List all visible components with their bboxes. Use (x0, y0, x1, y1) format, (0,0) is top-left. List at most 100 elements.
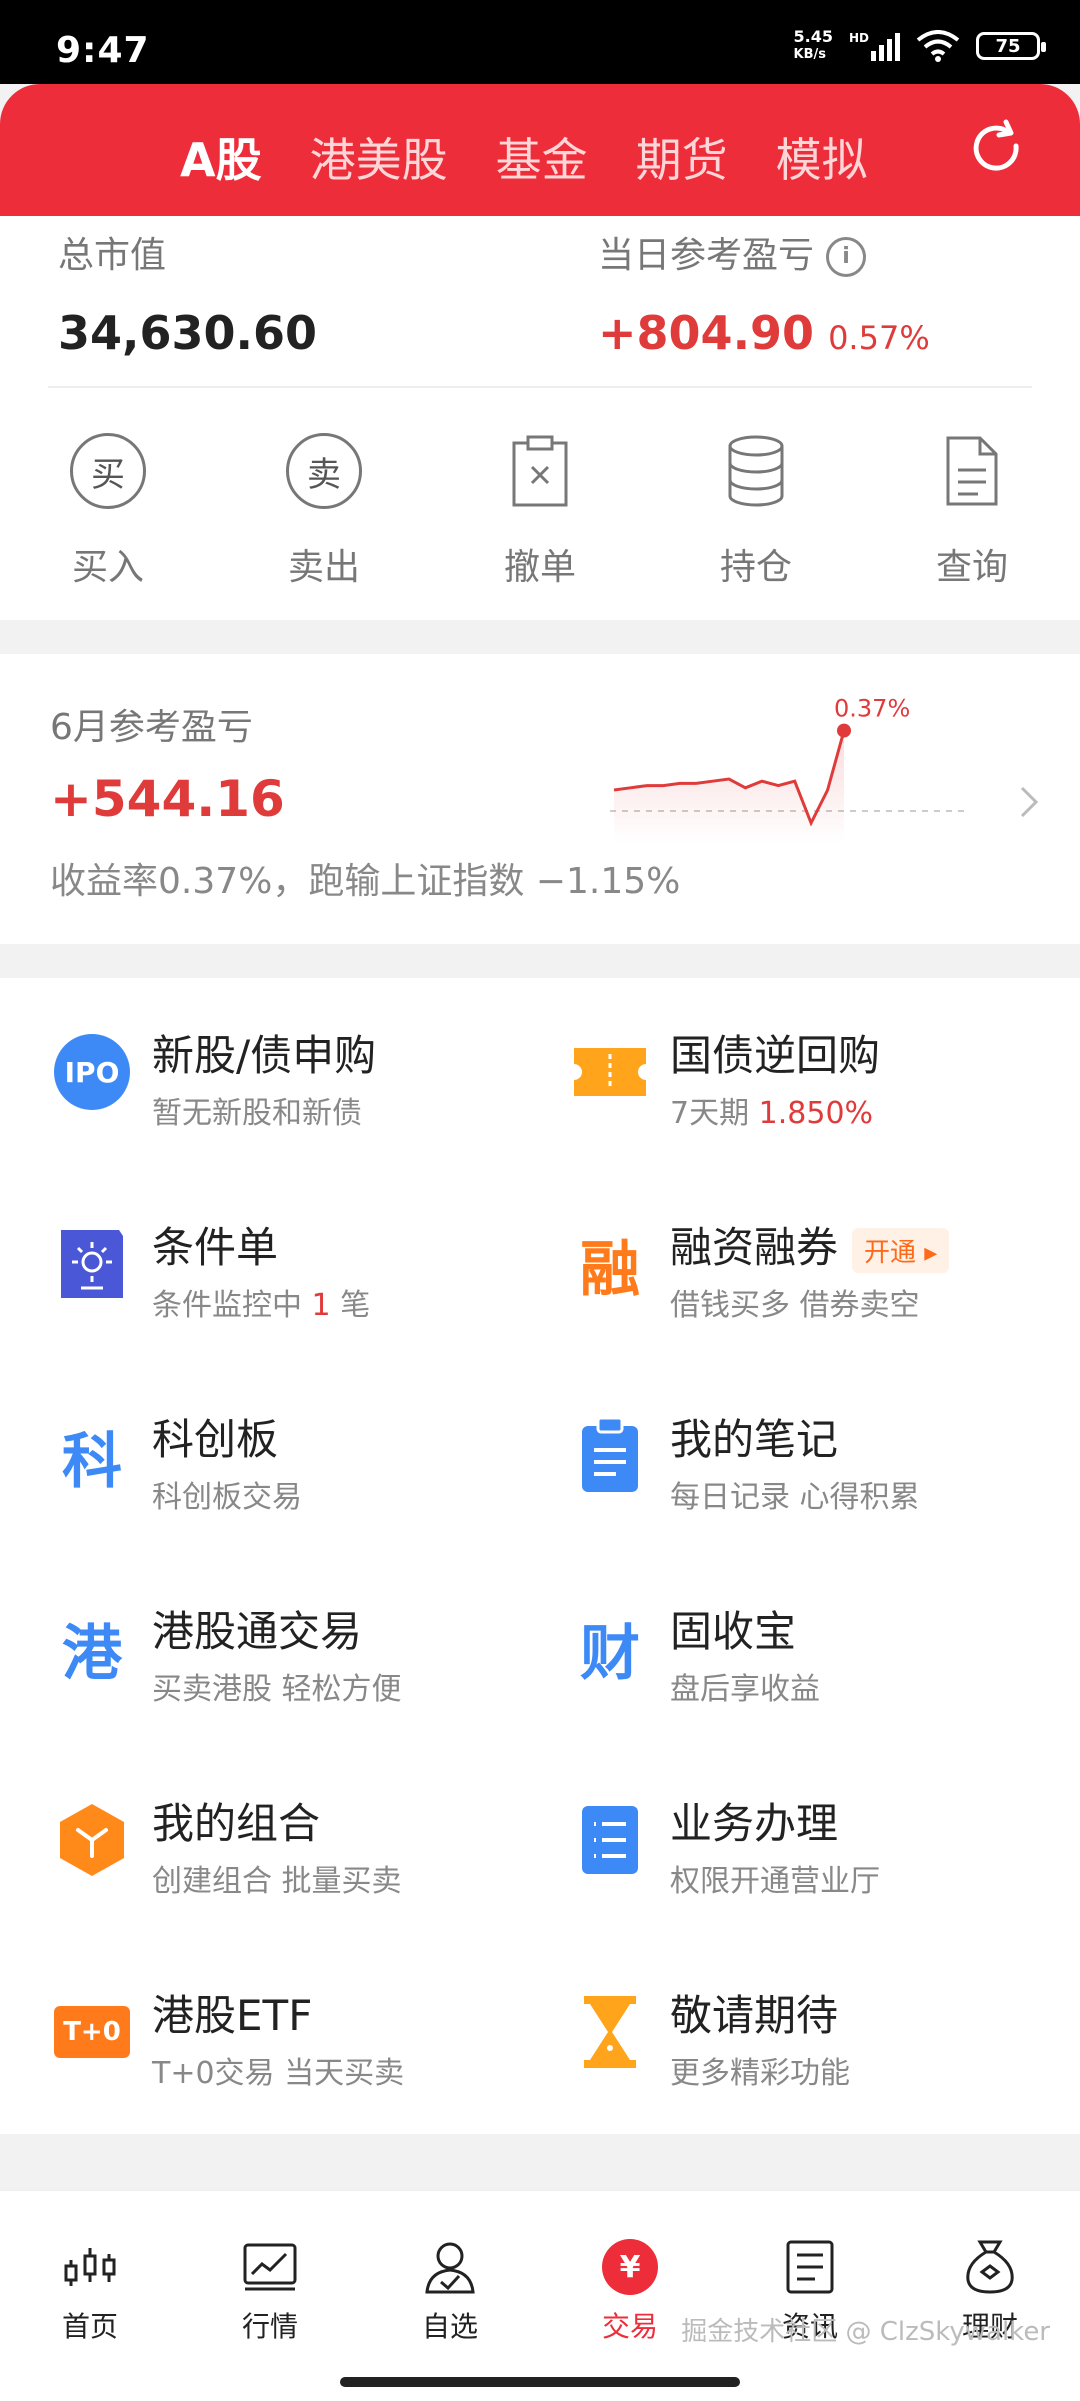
hk-etf-item[interactable]: T+0 港股ETF T+0交易 当天买卖 (52, 1982, 572, 2122)
nav-watchlist[interactable]: 自选 (360, 2237, 540, 2345)
sell-icon: 卖 (286, 433, 362, 509)
my-notes-item[interactable]: 我的笔记 每日记录 心得积累 (570, 1406, 1080, 1546)
hk-etf-title: 港股ETF (152, 1991, 313, 2040)
database-icon (728, 435, 784, 507)
query-label: 查询 (935, 547, 1008, 588)
quick-actions: 买 买入 卖 卖出 撤单 持仓 查询 (0, 426, 1080, 590)
ipo-subscription-item[interactable]: IPO 新股/债申购 暂无新股和新债 (52, 1022, 572, 1162)
nav-market-label: 行情 (241, 2310, 298, 2343)
market-chart-icon (243, 2243, 297, 2291)
daily-pnl-percent: 0.57% (828, 319, 930, 357)
fixed-income-icon: 财 (580, 1618, 640, 1689)
t0-icon: T+0 (54, 2006, 130, 2058)
services-grid: IPO 新股/债申购 暂无新股和新债 国债逆回购 7天期 1.850% 条件单 … (0, 978, 1080, 2134)
ipo-subscription-subtitle: 暂无新股和新债 (152, 1096, 362, 1131)
reverse-repo-item[interactable]: 国债逆回购 7天期 1.850% (570, 1022, 1080, 1162)
hd-label: HD (848, 31, 869, 45)
ticket-icon (574, 1048, 646, 1096)
buy-icon: 买 (70, 433, 146, 509)
section-divider (0, 2168, 1080, 2190)
chevron-right-icon (1020, 786, 1039, 818)
cancel-order-button[interactable]: 撤单 (432, 426, 648, 590)
nav-home-label: 首页 (61, 2310, 118, 2343)
hk-connect-icon: 港 (62, 1618, 122, 1689)
cancel-order-icon (512, 435, 568, 507)
condition-icon (61, 1230, 123, 1298)
portfolio-icon (60, 1804, 124, 1876)
my-portfolio-title: 我的组合 (152, 1799, 321, 1848)
query-button[interactable]: 查询 (864, 426, 1080, 590)
star-market-icon: 科 (62, 1426, 122, 1497)
tab-futures[interactable]: 期货 (636, 124, 728, 190)
news-icon (786, 2240, 834, 2294)
watchlist-icon (425, 2242, 475, 2294)
nav-watchlist-label: 自选 (421, 2310, 478, 2343)
status-time: 9:47 (56, 30, 150, 71)
signal-icon (871, 31, 900, 61)
nav-home[interactable]: 首页 (0, 2237, 180, 2345)
holdings-button[interactable]: 持仓 (648, 426, 864, 590)
my-notes-subtitle: 每日记录 心得积累 (670, 1480, 920, 1515)
notes-icon (582, 1416, 638, 1492)
nav-market[interactable]: 行情 (180, 2237, 360, 2345)
fixed-income-title: 固收宝 (670, 1607, 797, 1656)
reverse-repo-subtitle: 7天期 1.850% (670, 1096, 874, 1131)
wifi-icon (916, 30, 960, 62)
trade-yuan-icon: ¥ (602, 2239, 658, 2295)
wealth-bag-icon (966, 2240, 1014, 2294)
document-icon (946, 436, 998, 506)
ipo-icon: IPO (54, 1034, 130, 1110)
sell-button[interactable]: 卖 卖出 (216, 426, 432, 590)
monthly-pnl-chart: 0.37% (610, 695, 970, 844)
monthly-pnl-card[interactable]: 6月参考盈亏 +544.16 收益率0.37%，跑输上证指数 −1.15% 0.… (0, 654, 1080, 944)
margin-icon: 融 (580, 1234, 640, 1305)
tab-a-shares[interactable]: A股 (180, 124, 262, 190)
business-handling-item[interactable]: 业务办理 权限开通营业厅 (570, 1790, 1080, 1930)
hourglass-icon (584, 1996, 636, 2068)
reverse-repo-title: 国债逆回购 (670, 1031, 881, 1080)
coming-soon-item[interactable]: 敬请期待 更多精彩功能 (570, 1982, 1080, 2122)
star-market-title: 科创板 (152, 1415, 279, 1464)
tab-simulation[interactable]: 模拟 (776, 124, 868, 190)
holdings-label: 持仓 (719, 547, 792, 588)
total-market-value: 34,630.60 (58, 306, 317, 360)
margin-trading-item[interactable]: 融 融资融券 开通 ▸ 借钱买多 借券卖空 (570, 1214, 1080, 1354)
buy-button[interactable]: 买 买入 (0, 426, 216, 590)
monthly-pnl-title: 6月参考盈亏 (50, 707, 253, 748)
top-navigation: A股 港美股 基金 期货 模拟 (0, 84, 1080, 216)
fixed-income-subtitle: 盘后享收益 (670, 1672, 820, 1707)
chart-area (614, 730, 844, 844)
daily-pnl-label: 当日参考盈亏 (598, 235, 815, 276)
open-badge[interactable]: 开通 ▸ (852, 1228, 950, 1273)
tab-funds[interactable]: 基金 (496, 124, 588, 190)
star-market-item[interactable]: 科 科创板 科创板交易 (52, 1406, 572, 1546)
hk-connect-item[interactable]: 港 港股通交易 买卖港股 轻松方便 (52, 1598, 572, 1738)
ipo-subscription-title: 新股/债申购 (152, 1031, 377, 1080)
home-indicator[interactable] (340, 2377, 740, 2387)
market-tabs: A股 港美股 基金 期货 模拟 (180, 124, 868, 190)
conditional-order-title: 条件单 (152, 1223, 279, 1272)
coming-soon-subtitle: 更多精彩功能 (670, 2056, 850, 2091)
divider (48, 386, 1032, 388)
business-icon (582, 1806, 638, 1874)
tab-hk-us-stocks[interactable]: 港美股 (310, 124, 448, 190)
account-summary: 总市值 34,630.60 当日参考盈亏 i +804.90 0.57% 买 买入 … (0, 216, 1080, 620)
monthly-pnl-value: +544.16 (50, 770, 285, 828)
sell-label: 卖出 (287, 547, 360, 588)
hk-connect-subtitle: 买卖港股 轻松方便 (152, 1672, 402, 1707)
candlestick-icon (64, 2248, 116, 2286)
conditional-order-item[interactable]: 条件单 条件监控中 1 笔 (52, 1214, 572, 1354)
chart-end-label: 0.37% (834, 695, 910, 723)
my-notes-title: 我的笔记 (670, 1415, 839, 1464)
info-icon[interactable]: i (826, 237, 867, 277)
refresh-icon[interactable] (964, 116, 1028, 180)
battery-icon: 75 (976, 32, 1046, 60)
hk-connect-title: 港股通交易 (152, 1607, 363, 1656)
hk-etf-subtitle: T+0交易 当天买卖 (152, 2056, 405, 2091)
fixed-income-item[interactable]: 财 固收宝 盘后享收益 (570, 1598, 1080, 1738)
margin-trading-subtitle: 借钱买多 借券卖空 (670, 1288, 920, 1323)
my-portfolio-item[interactable]: 我的组合 创建组合 批量买卖 (52, 1790, 572, 1930)
buy-label: 买入 (71, 547, 144, 588)
total-market-value-label: 总市值 (58, 235, 167, 276)
status-bar: 9:47 5.45 KB/s HD 75 (0, 0, 1080, 84)
